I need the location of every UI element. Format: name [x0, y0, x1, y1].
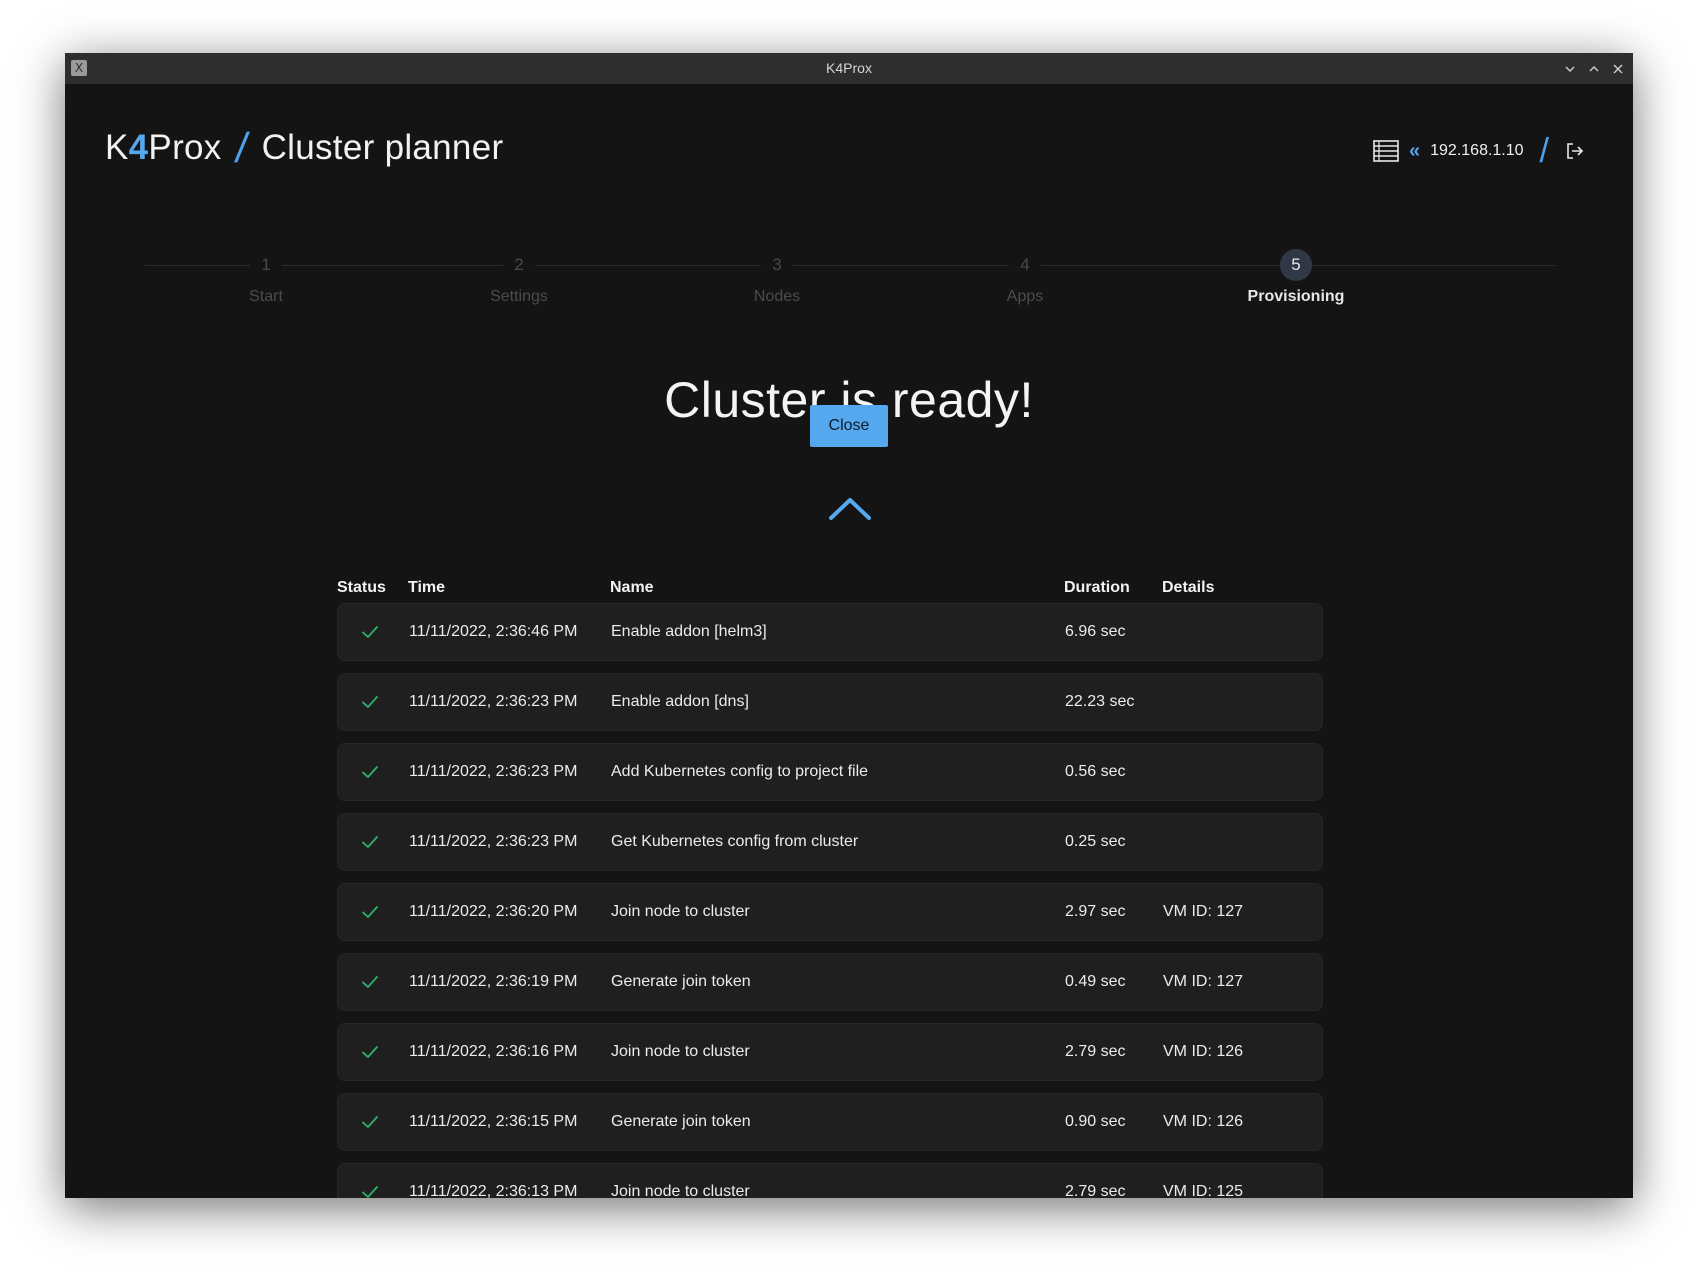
table-row[interactable]: 11/11/2022, 2:36:23 PM Add Kubernetes con…: [337, 743, 1323, 801]
table-header: Status Time Name Duration Details: [337, 573, 1323, 603]
check-icon: [362, 836, 378, 848]
row-details: VM ID: 126: [1163, 1043, 1244, 1060]
provisioning-log-table: Status Time Name Duration Details 11/11/…: [337, 573, 1323, 1198]
table-body: 11/11/2022, 2:36:46 PM Enable addon [helm…: [337, 603, 1323, 1198]
step-label: Provisioning: [1247, 288, 1345, 305]
header-divider: /: [232, 124, 251, 171]
brand-suffix: Prox: [148, 128, 222, 167]
row-name: Enable addon [dns]: [611, 693, 749, 710]
column-header-status: Status: [337, 579, 386, 596]
column-header-duration: Duration: [1064, 579, 1130, 596]
double-chevron-left-icon[interactable]: «: [1409, 140, 1420, 163]
step-apps[interactable]: 4 Apps: [925, 249, 1125, 306]
step-provisioning[interactable]: 5 Provisioning: [1196, 249, 1396, 306]
column-header-name: Name: [610, 579, 654, 596]
row-time: 11/11/2022, 2:36:23 PM: [409, 693, 578, 710]
brand-logo[interactable]: K4Prox: [105, 128, 222, 168]
row-name: Add Kubernetes config to project file: [611, 763, 869, 780]
table-row[interactable]: 11/11/2022, 2:36:16 PM Join node to clust…: [337, 1023, 1323, 1081]
table-row[interactable]: 11/11/2022, 2:36:46 PM Enable addon [helm…: [337, 603, 1323, 661]
step-label: Start: [249, 288, 283, 305]
step-number: 4: [1009, 249, 1041, 281]
row-duration: 22.23 sec: [1065, 693, 1135, 710]
server-list-icon[interactable]: [1373, 140, 1399, 162]
table-row[interactable]: 11/11/2022, 2:36:23 PM Enable addon [dns]…: [337, 673, 1323, 731]
check-icon: [362, 1046, 378, 1058]
title-bar: X K4Prox: [65, 53, 1633, 84]
minimize-button[interactable]: [1561, 60, 1579, 78]
row-duration: 0.25 sec: [1065, 833, 1126, 850]
wizard-stepper: 1 Start 2 Settings 3 Nodes 4 Apps 5 Prov…: [145, 233, 1555, 313]
window-controls: [1561, 53, 1627, 84]
step-settings[interactable]: 2 Settings: [419, 249, 619, 306]
row-name: Get Kubernetes config from cluster: [611, 833, 859, 850]
step-nodes[interactable]: 3 Nodes: [677, 249, 877, 306]
check-icon: [362, 976, 378, 988]
check-icon: [362, 906, 378, 918]
row-details: VM ID: 127: [1163, 903, 1244, 920]
row-time: 11/11/2022, 2:36:20 PM: [409, 903, 578, 920]
check-icon: [362, 1186, 378, 1198]
logout-icon[interactable]: [1565, 141, 1585, 161]
check-icon: [362, 766, 378, 778]
page-header: K4Prox / Cluster planner: [105, 123, 503, 173]
table-row[interactable]: 11/11/2022, 2:36:13 PM Join node to clust…: [337, 1163, 1323, 1198]
check-icon: [362, 1116, 378, 1128]
table-row[interactable]: 11/11/2022, 2:36:15 PM Generate join toke…: [337, 1093, 1323, 1151]
header-divider-right: /: [1539, 131, 1549, 170]
column-header-details: Details: [1162, 579, 1215, 596]
brand-prefix: K: [105, 128, 129, 167]
table-row[interactable]: 11/11/2022, 2:36:19 PM Generate join toke…: [337, 953, 1323, 1011]
step-label: Nodes: [753, 288, 801, 305]
row-name: Enable addon [helm3]: [611, 623, 767, 640]
row-name: Generate join token: [611, 973, 751, 990]
step-number: 5: [1280, 249, 1312, 281]
row-time: 11/11/2022, 2:36:13 PM: [409, 1183, 578, 1198]
row-time: 11/11/2022, 2:36:23 PM: [409, 833, 578, 850]
table-row[interactable]: 11/11/2022, 2:36:23 PM Get Kubernetes con…: [337, 813, 1323, 871]
close-window-button[interactable]: [1609, 60, 1627, 78]
chevron-down-icon: [1565, 66, 1575, 72]
close-button[interactable]: Close: [810, 405, 888, 447]
brand-accent: 4: [128, 128, 149, 167]
row-time: 11/11/2022, 2:36:23 PM: [409, 763, 578, 780]
chevron-up-icon[interactable]: [827, 493, 873, 523]
row-details: VM ID: 126: [1163, 1113, 1244, 1130]
chevron-up-icon: [1589, 65, 1599, 71]
row-name: Join node to cluster: [611, 903, 750, 920]
row-time: 11/11/2022, 2:36:19 PM: [409, 973, 578, 990]
row-details: VM ID: 127: [1163, 973, 1244, 990]
app-window: X K4Prox K4Prox / Cluster planner « 192.…: [65, 53, 1633, 1198]
step-number: 1: [250, 249, 282, 281]
check-icon: [362, 626, 378, 638]
step-label: Apps: [1006, 288, 1044, 305]
row-time: 11/11/2022, 2:36:16 PM: [409, 1043, 578, 1060]
row-time: 11/11/2022, 2:36:15 PM: [409, 1113, 578, 1130]
row-duration: 2.79 sec: [1065, 1183, 1126, 1198]
header-toolbar: « 192.168.1.10 /: [1373, 131, 1585, 171]
step-start[interactable]: 1 Start: [166, 249, 366, 306]
row-duration: 2.79 sec: [1065, 1043, 1126, 1060]
table-row[interactable]: 11/11/2022, 2:36:20 PM Join node to clust…: [337, 883, 1323, 941]
close-icon: [1613, 64, 1623, 73]
step-number: 3: [761, 249, 793, 281]
row-name: Join node to cluster: [611, 1043, 750, 1060]
row-time: 11/11/2022, 2:36:46 PM: [409, 623, 578, 640]
page-title: Cluster planner: [261, 128, 504, 167]
row-duration: 0.90 sec: [1065, 1113, 1126, 1130]
column-header-time: Time: [408, 579, 446, 596]
row-name: Generate join token: [611, 1113, 751, 1130]
row-duration: 0.56 sec: [1065, 763, 1126, 780]
step-number: 2: [503, 249, 535, 281]
row-duration: 2.97 sec: [1065, 903, 1126, 920]
row-duration: 0.49 sec: [1065, 973, 1126, 990]
row-duration: 6.96 sec: [1065, 623, 1126, 640]
host-ip[interactable]: 192.168.1.10: [1430, 142, 1523, 160]
row-name: Join node to cluster: [611, 1183, 750, 1198]
window-title: K4Prox: [826, 60, 872, 76]
row-details: VM ID: 125: [1163, 1183, 1244, 1198]
check-icon: [362, 696, 378, 708]
step-label: Settings: [490, 288, 548, 305]
maximize-button[interactable]: [1585, 60, 1603, 78]
